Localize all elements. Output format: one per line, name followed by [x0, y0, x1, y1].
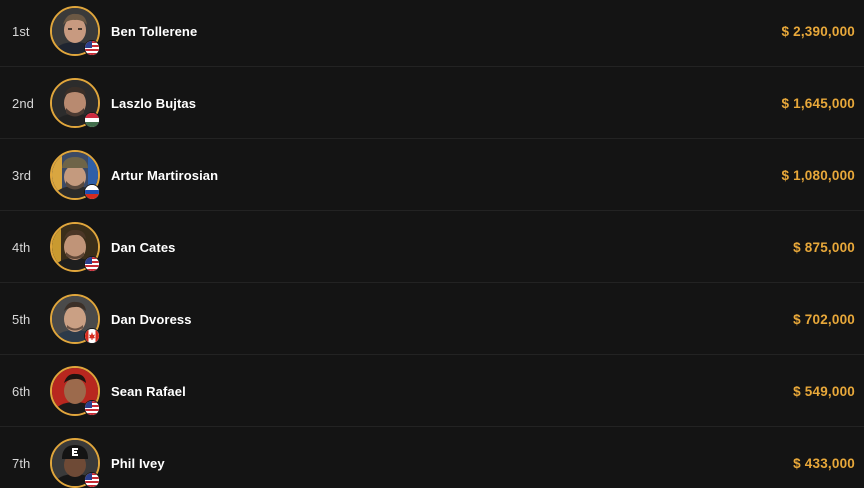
result-row[interactable]: 6th Sean Rafael $ 549,000 [0, 356, 864, 427]
player-avatar[interactable] [50, 6, 100, 56]
rank-label: 6th [12, 383, 31, 399]
results-list: 1st Ben Tollerene $ 2,390,000 2nd Laszlo… [0, 0, 864, 488]
player-name[interactable]: Ben Tollerene [111, 24, 197, 39]
result-row[interactable]: 2nd Laszlo Bujtas $ 1,645,000 [0, 68, 864, 139]
rank-label: 4th [12, 239, 31, 255]
rank-label: 5th [12, 311, 31, 327]
prize-amount: $ 875,000 [793, 239, 855, 255]
prize-amount: $ 2,390,000 [781, 23, 855, 39]
result-row[interactable]: 7th Phil Ivey $ 433,000 [0, 428, 864, 488]
player-name[interactable]: Sean Rafael [111, 384, 186, 399]
rank-label: 2nd [12, 95, 34, 111]
prize-amount: $ 702,000 [793, 311, 855, 327]
us-flag-icon [84, 40, 100, 56]
player-name[interactable]: Dan Cates [111, 240, 175, 255]
ru-flag-icon [84, 184, 100, 200]
prize-amount: $ 1,080,000 [781, 167, 855, 183]
player-name[interactable]: Artur Martirosian [111, 168, 218, 183]
rank-label: 1st [12, 23, 30, 39]
player-avatar[interactable] [50, 366, 100, 416]
prize-amount: $ 1,645,000 [781, 95, 855, 111]
us-flag-icon [84, 256, 100, 272]
hu-flag-icon [84, 112, 100, 128]
result-row[interactable]: 1st Ben Tollerene $ 2,390,000 [0, 0, 864, 67]
rank-label: 7th [12, 455, 31, 471]
ca-flag-icon [84, 328, 100, 344]
player-name[interactable]: Phil Ivey [111, 456, 165, 471]
player-avatar[interactable] [50, 222, 100, 272]
prize-amount: $ 549,000 [793, 383, 855, 399]
player-name[interactable]: Laszlo Bujtas [111, 96, 196, 111]
us-flag-icon [84, 400, 100, 416]
result-row[interactable]: 5th Dan Dvoress $ 702,000 [0, 284, 864, 355]
player-avatar[interactable] [50, 438, 100, 488]
result-row[interactable]: 3rd Artur Martirosian $ 1,080,000 [0, 140, 864, 211]
player-avatar[interactable] [50, 78, 100, 128]
prize-amount: $ 433,000 [793, 455, 855, 471]
player-avatar[interactable] [50, 150, 100, 200]
player-name[interactable]: Dan Dvoress [111, 312, 192, 327]
rank-label: 3rd [12, 167, 32, 183]
result-row[interactable]: 4th Dan Cates $ 875,000 [0, 212, 864, 283]
us-flag-icon [84, 472, 100, 488]
player-avatar[interactable] [50, 294, 100, 344]
